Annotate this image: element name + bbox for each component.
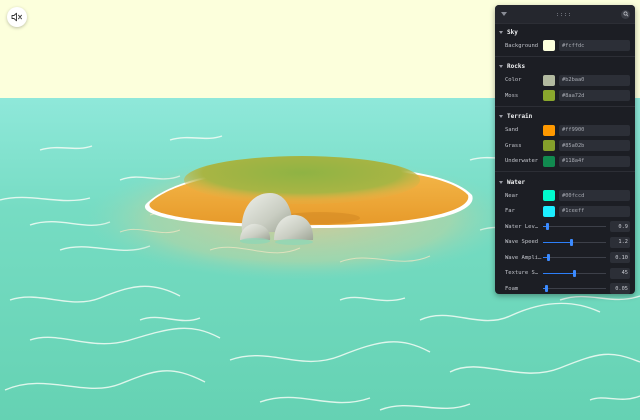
color-swatch[interactable] (543, 140, 555, 152)
color-row-grass: Grass #85a02b (495, 138, 635, 154)
color-hex-input[interactable]: #00fccd (559, 190, 630, 202)
color-hex-input[interactable]: #b2baa0 (559, 74, 630, 86)
row-label: Texture S… (505, 270, 539, 277)
color-swatch[interactable] (543, 190, 555, 202)
folder-title-label: Rocks (507, 63, 526, 70)
row-label: Moss (505, 92, 519, 99)
slider-thumb[interactable] (545, 223, 549, 231)
caret-down-icon[interactable] (499, 180, 503, 184)
slider-value-input[interactable]: 0.10 (610, 252, 630, 264)
folder-title-label: Sky (507, 28, 518, 36)
color-swatch[interactable] (543, 74, 555, 86)
color-swatch[interactable] (543, 40, 555, 52)
color-hex-input[interactable]: #85a02b (559, 140, 630, 152)
row-label: Background (505, 42, 539, 49)
controls-panel: Sky Background #fcffdc Rocks Color #b2baa0 Mos… (495, 5, 635, 294)
row-label: Underwater (505, 158, 539, 165)
slider[interactable] (543, 283, 606, 294)
row-label: Near (505, 192, 519, 199)
folder-title[interactable]: Rocks (495, 61, 635, 73)
folder-title-label: Terrain (507, 113, 533, 120)
color-row-far: Far #1ceeff (495, 204, 635, 220)
slider-thumb[interactable] (544, 285, 548, 293)
color-hex-input[interactable]: #118a4f (559, 155, 630, 167)
panel-header[interactable] (495, 5, 635, 23)
color-row-moss: Moss #8aa72d (495, 88, 635, 104)
slider[interactable] (543, 237, 606, 248)
color-row-color: Color #b2baa0 (495, 73, 635, 89)
caret-down-icon[interactable] (499, 30, 503, 34)
row-label: Wave Speed (505, 239, 539, 246)
color-hex-input[interactable]: #fcffdc (559, 40, 630, 52)
folder-title[interactable]: Water (495, 176, 635, 188)
caret-down-icon[interactable] (499, 65, 503, 68)
island-grass (184, 156, 420, 204)
slider[interactable] (543, 268, 606, 279)
folders: Sky Background #fcffdc Rocks Color #b2baa0 Mos… (495, 23, 635, 294)
color-row-sand: Sand #ff9900 (495, 123, 635, 139)
folder-title[interactable]: Sky (495, 26, 635, 38)
mute-button[interactable] (7, 7, 27, 27)
slider-row-wave-ampli: Wave Ampli… 0.10 (495, 250, 635, 266)
slider-row-water-lev: Water Lev… 0.9 (495, 219, 635, 235)
row-label: Grass (505, 142, 522, 149)
caret-down-icon[interactable] (499, 115, 503, 118)
row-label: Far (505, 208, 515, 215)
color-swatch[interactable] (543, 90, 555, 102)
slider-value-input[interactable]: 1.2 (610, 236, 630, 248)
row-label: Water Lev… (505, 223, 539, 230)
folder-water: Water Near #00fccd Far #1ceeff Water Lev… 0.9 W… (495, 171, 635, 294)
slider-value-input[interactable]: 45 (610, 267, 630, 279)
color-hex-input[interactable]: #1ceeff (559, 205, 630, 217)
row-label: Foam (505, 285, 519, 292)
color-hex-input[interactable]: #ff9900 (559, 124, 630, 136)
slider[interactable] (543, 252, 606, 263)
row-label: Color (505, 77, 522, 84)
slider-value-input[interactable]: 0.05 (610, 283, 630, 294)
grip-dots-icon[interactable] (557, 12, 571, 16)
row-label: Wave Ampli… (505, 254, 542, 261)
folder-sky: Sky Background #fcffdc (495, 23, 635, 56)
slider-thumb[interactable] (546, 254, 550, 262)
folder-terrain: Terrain Sand #ff9900 Grass #85a02b Underwater… (495, 105, 635, 172)
search-icon[interactable] (621, 9, 630, 19)
folder-title-label: Water (507, 178, 526, 186)
speaker-muted-icon (11, 12, 22, 22)
color-row-background: Background #fcffdc (495, 38, 635, 54)
slider-value-input[interactable]: 0.9 (610, 221, 630, 233)
color-swatch[interactable] (543, 205, 555, 217)
folder-rocks: Rocks Color #b2baa0 Moss #8aa72d (495, 55, 635, 106)
slider[interactable] (543, 221, 606, 232)
slider-thumb[interactable] (569, 238, 573, 246)
folder-title[interactable]: Terrain (495, 111, 635, 123)
color-swatch[interactable] (543, 155, 555, 167)
slider-row-texture-s: Texture S… 45 (495, 266, 635, 282)
color-hex-input[interactable]: #8aa72d (559, 90, 630, 102)
slider-row-wave-speed: Wave Speed 1.2 (495, 235, 635, 251)
color-row-underwater: Underwater #118a4f (495, 154, 635, 170)
color-swatch[interactable] (543, 124, 555, 136)
color-row-near: Near #00fccd (495, 188, 635, 204)
slider-row-foam: Foam 0.05 (495, 281, 635, 294)
slider-thumb[interactable] (573, 269, 576, 277)
caret-down-icon[interactable] (501, 12, 507, 16)
row-label: Sand (505, 127, 519, 134)
